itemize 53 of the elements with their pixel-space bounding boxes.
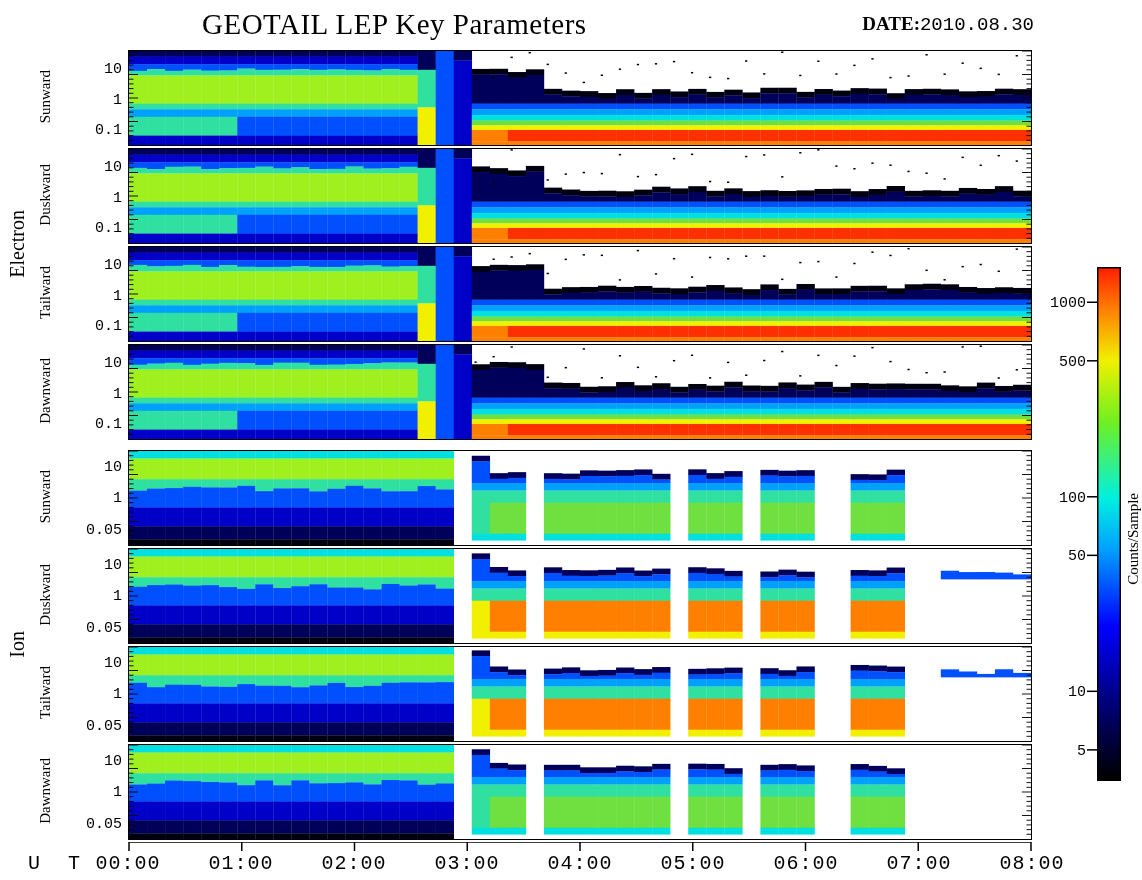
colorbar-tick-label: 50 [1068, 547, 1086, 565]
colorbar-tick-label: 1000 [1050, 294, 1086, 312]
axis-tick-label: 10 [104, 256, 122, 274]
time-tick-label: 02:00 [320, 852, 388, 875]
axis-tick-label: 0.1 [95, 318, 122, 336]
direction-label: Dawnward [36, 758, 54, 824]
time-tick-label: 07:00 [885, 852, 953, 875]
axis-tick-label: 10 [104, 557, 122, 575]
plot-title: GEOTAIL LEP Key Parameters [202, 7, 587, 41]
axis-tick-label: 1 [113, 490, 122, 508]
axis-tick-label: 10 [104, 158, 122, 176]
axis-tick-label: 0.05 [86, 717, 122, 735]
axis-tick-label: 1 [113, 784, 122, 802]
time-tick-label: 03:00 [433, 852, 501, 875]
species-label: Electron [5, 210, 29, 278]
axis-tick-label: 10 [104, 753, 122, 771]
colorbar-tick-label: 10 [1068, 683, 1086, 701]
time-tick-label: 00:00 [94, 852, 162, 875]
direction-label: Tailward [36, 666, 54, 720]
axis-tick-label: 1 [113, 287, 122, 305]
time-tick-label: 08:00 [998, 852, 1066, 875]
axis-tick-label: 10 [104, 459, 122, 477]
axis-tick-label: 10 [104, 60, 122, 78]
axis-tick-label: 0.1 [95, 220, 122, 238]
axis-tick-label: 1 [113, 385, 122, 403]
direction-label: Duskward [36, 164, 54, 226]
date-label: DATE:2010.08.30 [862, 12, 1034, 36]
axis-label: U T [27, 852, 89, 875]
axis-tick-label: 0.1 [95, 416, 122, 434]
colorbar-tick-label: 5 [1077, 742, 1086, 760]
direction-label: Duskward [36, 564, 54, 626]
time-tick-label: 06:00 [772, 852, 840, 875]
time-tick-label: 05:00 [659, 852, 727, 875]
direction-label: Tailward [36, 266, 54, 320]
time-tick-label: 01:00 [207, 852, 275, 875]
axis-tick-label: 0.05 [86, 815, 122, 833]
axis-tick-label: 1 [113, 686, 122, 704]
axis-tick-label: 10 [104, 655, 122, 673]
colorbar-tick-label: 500 [1059, 353, 1086, 371]
direction-label: Sunward [36, 70, 54, 124]
direction-label: Dawnward [36, 358, 54, 424]
colorbar-tick-label: 100 [1059, 489, 1086, 507]
axis-tick-label: 1 [113, 588, 122, 606]
axis-tick-label: 0.05 [86, 521, 122, 539]
axis-tick-label: 0.05 [86, 619, 122, 637]
axis-tick-label: 0.1 [95, 122, 122, 140]
axis-tick-label: 1 [113, 189, 122, 207]
axis-tick-label: 1 [113, 91, 122, 109]
axis-tick-label: 10 [104, 354, 122, 372]
direction-label: Sunward [36, 470, 54, 524]
time-tick-label: 04:00 [546, 852, 614, 875]
species-label: Ion [5, 630, 29, 658]
colorbar-label: Counts/Sample [1125, 493, 1142, 585]
